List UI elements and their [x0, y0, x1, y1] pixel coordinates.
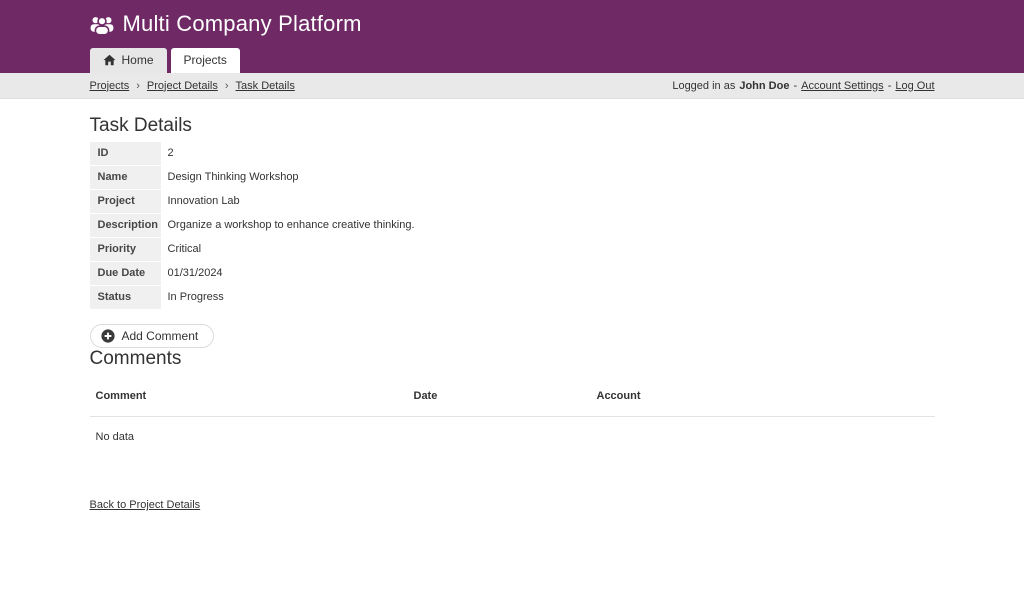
table-row-id: ID 2 — [90, 142, 935, 165]
column-header-comment: Comment — [96, 390, 414, 402]
log-out-link[interactable]: Log Out — [895, 80, 934, 92]
plus-circle-icon — [101, 329, 115, 343]
add-comment-label: Add Comment — [122, 329, 199, 343]
account-settings-link[interactable]: Account Settings — [801, 80, 884, 92]
users-icon — [90, 14, 114, 35]
breadcrumb-task-details-link[interactable]: Task Details — [236, 80, 295, 92]
row-value: 2 — [161, 142, 182, 165]
tab-projects[interactable]: Projects — [171, 48, 240, 73]
comments-table-header: Comment Date Account — [90, 385, 935, 417]
table-row-status: Status In Progress — [90, 286, 935, 309]
app-header: Multi Company Platform Home Projects — [0, 0, 1024, 73]
tab-projects-label: Projects — [184, 53, 227, 67]
comments-table: Comment Date Account No data — [90, 385, 935, 457]
session-separator: - — [793, 80, 797, 92]
row-value: Critical — [161, 238, 210, 261]
tab-home-label: Home — [122, 53, 154, 67]
add-comment-button[interactable]: Add Comment — [90, 324, 215, 348]
breadcrumb-bar: Projects › Project Details › Task Detail… — [0, 73, 1024, 99]
logged-in-user: John Doe — [739, 80, 789, 92]
table-row-project: Project Innovation Lab — [90, 190, 935, 213]
row-value: In Progress — [161, 286, 232, 309]
row-label: Priority — [90, 238, 161, 261]
row-label: Description — [90, 214, 161, 237]
back-to-project-details-link[interactable]: Back to Project Details — [90, 499, 201, 511]
row-label: Project — [90, 190, 161, 213]
row-label: ID — [90, 142, 161, 165]
row-value: Organize a workshop to enhance creative … — [161, 214, 423, 237]
session-info: Logged in as John Doe - Account Settings… — [672, 80, 934, 92]
main-content: Task Details ID 2 Name Design Thinking W… — [90, 99, 935, 513]
comments-section-title: Comments — [90, 348, 935, 370]
row-value: Innovation Lab — [161, 190, 248, 213]
home-icon — [103, 54, 116, 66]
chevron-right-icon: › — [225, 80, 229, 92]
table-row-priority: Priority Critical — [90, 238, 935, 261]
session-separator: - — [888, 80, 892, 92]
row-value: 01/31/2024 — [161, 262, 231, 285]
main-nav-tabs: Home Projects — [90, 48, 935, 73]
tab-home[interactable]: Home — [90, 48, 167, 73]
row-label: Name — [90, 166, 161, 189]
table-row-name: Name Design Thinking Workshop — [90, 166, 935, 189]
row-value: Design Thinking Workshop — [161, 166, 307, 189]
column-header-account: Account — [597, 390, 929, 402]
row-label: Due Date — [90, 262, 161, 285]
brand: Multi Company Platform — [90, 0, 935, 37]
table-row-description: Description Organize a workshop to enhan… — [90, 214, 935, 237]
column-header-date: Date — [414, 390, 597, 402]
breadcrumb-project-details-link[interactable]: Project Details — [147, 80, 218, 92]
app-title: Multi Company Platform — [123, 11, 362, 37]
row-label: Status — [90, 286, 161, 309]
breadcrumb-projects-link[interactable]: Projects — [90, 80, 130, 92]
table-row-due-date: Due Date 01/31/2024 — [90, 262, 935, 285]
chevron-right-icon: › — [136, 80, 140, 92]
task-details-table: ID 2 Name Design Thinking Workshop Proje… — [90, 142, 935, 309]
breadcrumb: Projects › Project Details › Task Detail… — [90, 80, 295, 92]
logged-in-prefix: Logged in as — [672, 80, 735, 92]
empty-state-message: No data — [90, 417, 935, 457]
page-title: Task Details — [90, 115, 935, 137]
